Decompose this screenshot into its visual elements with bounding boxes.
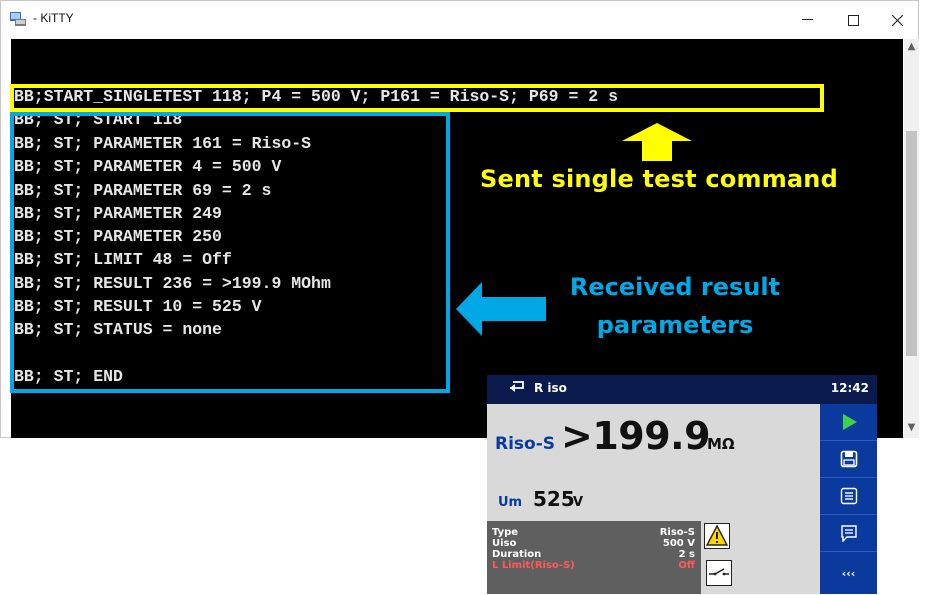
play-icon [842,414,857,430]
maximize-button[interactable] [830,1,876,39]
parameter-panel[interactable]: Type Riso-S Uiso 500 V Duration 2 s L Li… [487,521,701,594]
param-key: Uiso [492,538,517,549]
back-icon[interactable] [507,379,527,397]
list-button[interactable] [820,478,877,515]
close-icon [891,14,903,26]
minimize-button[interactable] [784,1,830,39]
comment-button[interactable] [820,515,877,552]
more-button[interactable]: ‹‹‹ [820,552,877,594]
instrument-header: R iso 12:42 [487,375,877,404]
scroll-up-arrow-icon[interactable]: ▲ [904,41,919,55]
list-icon [840,487,857,505]
comment-icon [840,525,857,542]
start-test-button[interactable] [820,404,877,441]
um-value: 525 [533,487,575,511]
param-row-duration: Duration 2 s [492,549,695,560]
received-results-label: Received result parameters [510,268,840,344]
um-unit: V [573,495,584,510]
param-key: L Limit(Riso-S) [492,560,575,571]
close-button[interactable] [874,1,920,39]
scrollbar-thumb[interactable] [906,131,917,356]
main-result-label: Riso-S [495,434,556,454]
clock: 12:42 [830,381,869,395]
switch-icon [706,560,732,586]
param-row-uiso: Uiso 500 V [492,538,695,549]
save-button[interactable] [820,441,877,478]
main-result-unit: MΩ [707,435,735,453]
window-title: - KiTTY [33,11,74,25]
maximize-icon [847,14,859,26]
main-result-value: >199.9 [561,414,711,458]
instrument-screen: R iso 12:42 Riso-S >199.9 MΩ Um 525 V Ty… [487,375,877,594]
param-value: Off [678,560,695,571]
received-label-line1: Received result [569,273,781,301]
measurement-title: R iso [534,381,567,395]
minimize-icon [801,19,813,20]
param-row-type: Type Riso-S [492,527,695,538]
save-icon [840,450,857,468]
param-value: 2 s [678,549,695,560]
scroll-down-arrow-icon[interactable]: ▼ [904,422,919,436]
sent-command-highlight [10,84,824,112]
side-toolbar: ‹‹‹ [820,404,877,594]
arrow-up-icon [622,123,692,161]
received-results-highlight [10,112,450,393]
title-bar[interactable]: - KiTTY [1,1,918,39]
param-value: Riso-S [659,527,695,538]
warning-icon [704,523,730,549]
sent-command-label: Sent single test command [480,165,838,193]
param-value: 500 V [662,538,695,549]
param-key: Type [492,527,519,538]
um-label: Um [498,495,523,510]
received-label-line2: parameters [596,311,754,339]
vertical-scrollbar[interactable]: ▲ ▼ [904,39,919,438]
kitty-app-icon [10,12,26,26]
param-key: Duration [492,549,542,560]
param-row-limit: L Limit(Riso-S) Off [492,560,695,571]
more-icon: ‹‹‹ [841,566,856,580]
